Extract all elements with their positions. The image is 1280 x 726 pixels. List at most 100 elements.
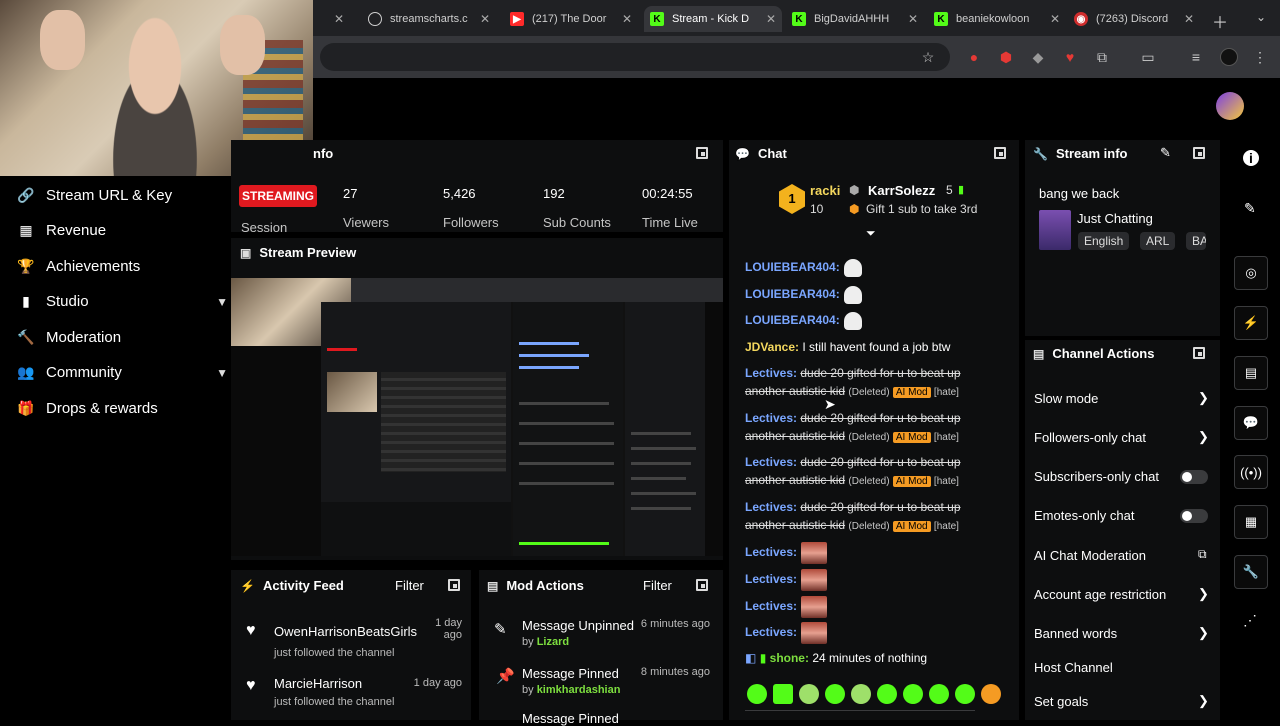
chevron-right-icon[interactable]: ❯: [1198, 586, 1209, 602]
extension-icon[interactable]: ⬢: [998, 49, 1014, 65]
sidebar-item-achievements[interactable]: 🏆 Achievements: [17, 258, 218, 275]
playlist-icon[interactable]: ≡: [1188, 49, 1204, 65]
popout-icon[interactable]: [696, 579, 708, 591]
top-gifter-2[interactable]: KarrSolezz: [868, 183, 935, 198]
top-gifter-1[interactable]: racki: [810, 183, 840, 198]
sidebar-item-studio[interactable]: ▮ Studio ▼: [18, 293, 228, 310]
browser-tab-1[interactable]: ▶ (217) The Door ✕: [504, 6, 638, 32]
emotes-only-toggle[interactable]: [1180, 509, 1208, 523]
media-icon[interactable]: ▭: [1140, 49, 1156, 65]
chat-username[interactable]: Lectives:: [745, 625, 797, 639]
extension-icon[interactable]: ◆: [1030, 49, 1046, 65]
browser-tab-2[interactable]: K Stream - Kick D ✕: [644, 6, 782, 32]
browser-tab-0[interactable]: streamscharts.c ✕: [362, 6, 496, 32]
chat-username[interactable]: Lectives:: [745, 572, 797, 586]
chat-username[interactable]: Lectives:: [745, 366, 797, 380]
account-age-item[interactable]: Account age restriction: [1034, 587, 1209, 602]
close-icon[interactable]: ✕: [622, 12, 632, 26]
chevron-right-icon[interactable]: ❯: [1198, 390, 1209, 406]
sidebar-item-community[interactable]: 👥 Community ▼: [17, 364, 228, 381]
new-tab-icon[interactable]: ＋: [1212, 9, 1228, 33]
pencil-icon[interactable]: ✎: [1244, 200, 1256, 217]
bookmark-star-icon[interactable]: ☆: [920, 49, 936, 65]
collapse-icon[interactable]: ⏷: [866, 226, 876, 241]
close-icon[interactable]: ✕: [1184, 12, 1194, 26]
activity-filter-button[interactable]: Filter: [395, 578, 424, 593]
user-avatar[interactable]: [1216, 92, 1244, 120]
close-icon[interactable]: ✕: [908, 12, 918, 26]
tab-close-partial[interactable]: ✕: [320, 6, 350, 32]
browser-tab-3[interactable]: K BigDavidAHHH ✕: [786, 6, 924, 32]
chat-username[interactable]: LOUIEBEAR404:: [745, 260, 840, 274]
chevron-right-icon[interactable]: ❯: [1198, 429, 1209, 445]
emote-icon[interactable]: [825, 684, 845, 704]
chat-username[interactable]: Lectives:: [745, 545, 797, 559]
rail-layout-button[interactable]: ▦: [1234, 505, 1268, 539]
close-icon[interactable]: ✕: [480, 12, 490, 26]
rail-wrench-button[interactable]: 🔧: [1234, 555, 1268, 589]
share-icon[interactable]: ⋰: [1243, 612, 1257, 629]
rail-flash-button[interactable]: ⚡: [1234, 306, 1268, 340]
close-icon[interactable]: ✕: [766, 12, 776, 26]
popout-icon[interactable]: [994, 147, 1006, 159]
sidebar-item-drops[interactable]: 🎁 Drops & rewards: [17, 400, 218, 417]
followers-only-item[interactable]: Followers-only chat: [1034, 430, 1209, 445]
emote-icon[interactable]: [851, 684, 871, 704]
rail-chat-button[interactable]: 💬: [1234, 406, 1268, 440]
stream-preview-video[interactable]: [231, 278, 723, 556]
gift-sub-prompt[interactable]: Gift 1 sub to take 3rd: [866, 202, 977, 216]
rail-camera-button[interactable]: ◎: [1234, 256, 1268, 290]
activity-item-name[interactable]: MarcieHarrison: [274, 676, 362, 691]
banned-words-item[interactable]: Banned words: [1034, 626, 1209, 641]
popout-icon[interactable]: [1193, 347, 1205, 359]
emote-icon[interactable]: [955, 684, 975, 704]
chat-username[interactable]: Lectives:: [745, 500, 797, 514]
chevron-right-icon[interactable]: ❯: [1198, 625, 1209, 641]
info-icon[interactable]: i: [1243, 150, 1259, 166]
chat-input[interactable]: [745, 710, 975, 720]
activity-item-name[interactable]: OwenHarrisonBeatsGirls: [274, 624, 417, 639]
slow-mode-item[interactable]: Slow mode: [1034, 391, 1209, 406]
extension-icon[interactable]: ♥: [1062, 49, 1078, 65]
emote-icon[interactable]: [747, 684, 767, 704]
chat-username[interactable]: Lectives:: [745, 599, 797, 613]
chat-username[interactable]: JDVance:: [745, 340, 799, 354]
edit-pencil-icon[interactable]: ✎: [1160, 145, 1171, 161]
popout-icon[interactable]: [448, 579, 460, 591]
emote-icon[interactable]: [929, 684, 949, 704]
host-channel-item[interactable]: Host Channel: [1034, 660, 1209, 675]
chat-username[interactable]: LOUIEBEAR404:: [745, 287, 840, 301]
profile-avatar[interactable]: [1220, 48, 1238, 66]
close-icon[interactable]: ✕: [1050, 12, 1060, 26]
mod-user[interactable]: Lizard: [537, 636, 569, 648]
set-goals-item[interactable]: Set goals: [1034, 694, 1209, 709]
emote-icon[interactable]: [799, 684, 819, 704]
subscribers-only-toggle[interactable]: [1180, 470, 1208, 484]
extension-icon[interactable]: ●: [966, 49, 982, 65]
mod-user[interactable]: kimkhardashian: [537, 684, 621, 696]
chat-username[interactable]: shone:: [770, 651, 809, 665]
popout-icon[interactable]: [1193, 147, 1205, 159]
emote-icon[interactable]: [773, 684, 793, 704]
chevron-right-icon[interactable]: ❯: [1198, 693, 1209, 709]
rail-broadcast-button[interactable]: ((•)): [1234, 455, 1268, 489]
chat-username[interactable]: LOUIEBEAR404:: [745, 313, 840, 327]
browser-tab-4[interactable]: K beaniekowloon ✕: [928, 6, 1066, 32]
puzzle-icon[interactable]: ⧉: [1094, 49, 1110, 65]
chat-username[interactable]: Lectives:: [745, 411, 797, 425]
sidebar-item-revenue[interactable]: ▦ Revenue: [18, 222, 218, 239]
emote-icon[interactable]: [877, 684, 897, 704]
more-menu-icon[interactable]: ⋮: [1252, 49, 1268, 65]
rail-notes-button[interactable]: ▤: [1234, 356, 1268, 390]
mod-filter-button[interactable]: Filter: [643, 578, 672, 593]
sidebar-item-stream-url[interactable]: 🔗 Stream URL & Key: [17, 187, 218, 204]
external-link-icon[interactable]: ⧉: [1198, 547, 1207, 562]
popout-icon[interactable]: [696, 147, 708, 159]
address-input[interactable]: [320, 43, 950, 71]
emote-icon[interactable]: [903, 684, 923, 704]
sidebar-item-moderation[interactable]: 🔨 Moderation: [17, 329, 218, 346]
ai-chat-moderation-item[interactable]: AI Chat Moderation: [1034, 548, 1209, 563]
browser-tab-5[interactable]: ◉ (7263) Discord ✕: [1068, 6, 1200, 32]
tab-search-icon[interactable]: ⌄: [1256, 10, 1266, 24]
chat-username[interactable]: Lectives:: [745, 455, 797, 469]
